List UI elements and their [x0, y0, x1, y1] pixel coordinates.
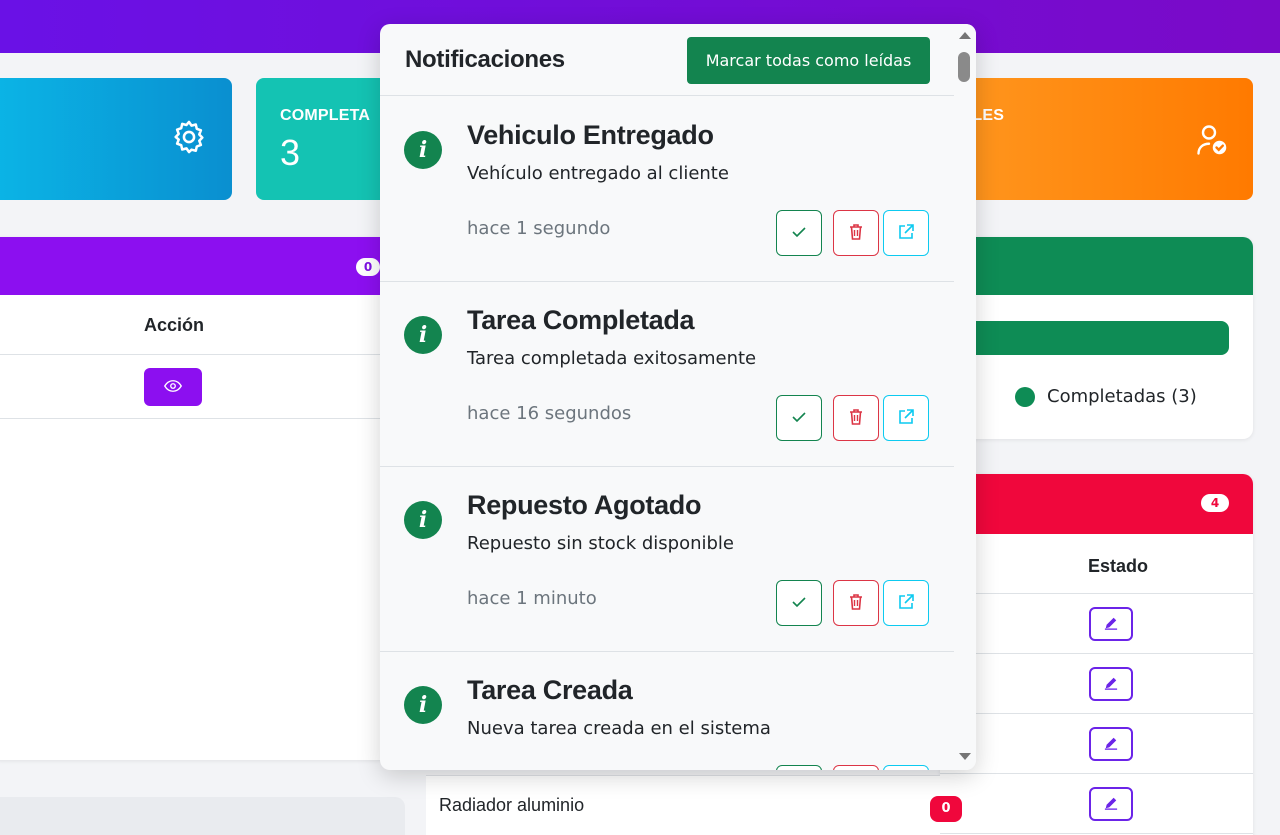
delete-button[interactable] — [833, 210, 879, 256]
edit-icon — [1104, 736, 1118, 753]
notification-time: hace 1 minuto — [467, 588, 597, 609]
edit-icon — [1104, 616, 1118, 633]
card-header: 4 — [940, 474, 1253, 534]
notification-item[interactable]: i Repuesto Agotado Repuesto sin stock di… — [380, 466, 954, 652]
open-button[interactable] — [883, 395, 929, 441]
table-row — [0, 355, 390, 419]
open-button[interactable] — [883, 765, 929, 770]
notifications-title: Notificaciones — [405, 46, 565, 73]
check-icon — [792, 596, 806, 611]
user-check-icon — [1194, 122, 1230, 162]
card-header — [940, 237, 1253, 295]
edit-icon — [1104, 676, 1118, 693]
edit-icon — [1104, 796, 1118, 813]
notifications-dropdown: Notificaciones Marcar todas como leídas … — [380, 24, 976, 770]
notification-message: Tarea completada exitosamente — [467, 348, 757, 369]
progress-card: Completadas (3) — [940, 237, 1253, 439]
chart-legend: Completadas (3) — [1015, 386, 1197, 407]
info-icon: i — [404, 686, 442, 724]
notifications-scrollbar[interactable] — [954, 24, 976, 770]
count-badge: 0 — [356, 258, 380, 276]
table-header: Estado — [940, 534, 1253, 594]
scroll-down-arrow[interactable] — [959, 753, 971, 760]
check-icon — [792, 411, 806, 426]
external-link-icon — [898, 408, 914, 428]
legend-dot — [1015, 386, 1035, 407]
table-row — [940, 654, 1253, 714]
table-row — [940, 774, 1253, 834]
external-link-icon — [898, 593, 914, 613]
low-stock-card: 4 Estado — [940, 474, 1253, 835]
check-icon — [792, 226, 806, 241]
notifications-header: Notificaciones Marcar todas como leídas — [380, 24, 954, 96]
external-link-icon — [898, 223, 914, 243]
eye-icon — [163, 379, 183, 396]
notification-title: Tarea Creada — [467, 675, 633, 705]
part-name: Radiador aluminio — [439, 795, 585, 815]
notification-message: Repuesto sin stock disponible — [467, 533, 735, 554]
notification-title: Tarea Completada — [467, 305, 695, 335]
edit-button[interactable] — [1089, 607, 1133, 641]
notification-message: Nueva tarea creada en el sistema — [467, 718, 771, 739]
notification-time: hace 16 segundos — [467, 403, 632, 424]
stock-count-badge: 0 — [930, 796, 962, 822]
delete-button[interactable] — [833, 765, 879, 770]
mark-read-button[interactable] — [776, 580, 822, 626]
trash-icon — [849, 593, 863, 613]
edit-button[interactable] — [1089, 667, 1133, 701]
notification-time: hace 1 segundo — [467, 218, 611, 239]
open-button[interactable] — [883, 580, 929, 626]
column-header-action: Acción — [144, 315, 205, 335]
bottom-card — [0, 797, 405, 835]
edit-button[interactable] — [1089, 727, 1133, 761]
stat-completed-title: COMPLETA — [280, 107, 371, 124]
card-header: 0 — [0, 237, 390, 295]
column-header-status: Estado — [1088, 556, 1149, 576]
gear-icon — [170, 118, 208, 160]
trash-icon — [849, 408, 863, 428]
active-tasks-card: 0 Acción — [0, 237, 390, 760]
table-row — [940, 594, 1253, 654]
legend-label: Completadas (3) — [1047, 386, 1197, 407]
mark-read-button[interactable] — [776, 210, 822, 256]
notification-item[interactable]: i Vehiculo Entregado Vehículo entregado … — [380, 96, 954, 282]
edit-button[interactable] — [1089, 787, 1133, 821]
mark-read-button[interactable] — [776, 395, 822, 441]
notification-message: Vehículo entregado al cliente — [467, 163, 729, 184]
delete-button[interactable] — [833, 580, 879, 626]
notification-title: Vehiculo Entregado — [467, 120, 714, 150]
table-row — [940, 714, 1253, 774]
notification-title: Repuesto Agotado — [467, 490, 702, 520]
delete-button[interactable] — [833, 395, 879, 441]
scroll-up-arrow[interactable] — [959, 32, 971, 39]
stat-card-in-progress — [0, 78, 232, 200]
notification-item[interactable]: i Tarea Completada Tarea completada exit… — [380, 281, 954, 467]
open-button[interactable] — [883, 210, 929, 256]
stat-completed-value: 3 — [280, 132, 301, 173]
notification-item[interactable]: i Tarea Creada Nueva tarea creada en el … — [380, 651, 954, 770]
mark-all-read-button[interactable]: Marcar todas como leídas — [687, 37, 930, 84]
info-icon: i — [404, 131, 442, 169]
info-icon: i — [404, 316, 442, 354]
view-button[interactable] — [144, 368, 202, 406]
stat-card-available: IBLES — [940, 78, 1253, 200]
count-badge: 4 — [1201, 494, 1229, 512]
mark-read-button[interactable] — [776, 765, 822, 770]
progress-bar — [966, 321, 1229, 355]
table-header: Acción — [0, 295, 390, 355]
stock-row: Radiador aluminio 0 — [426, 775, 962, 835]
scroll-thumb[interactable] — [958, 52, 970, 82]
trash-icon — [849, 223, 863, 243]
info-icon: i — [404, 501, 442, 539]
